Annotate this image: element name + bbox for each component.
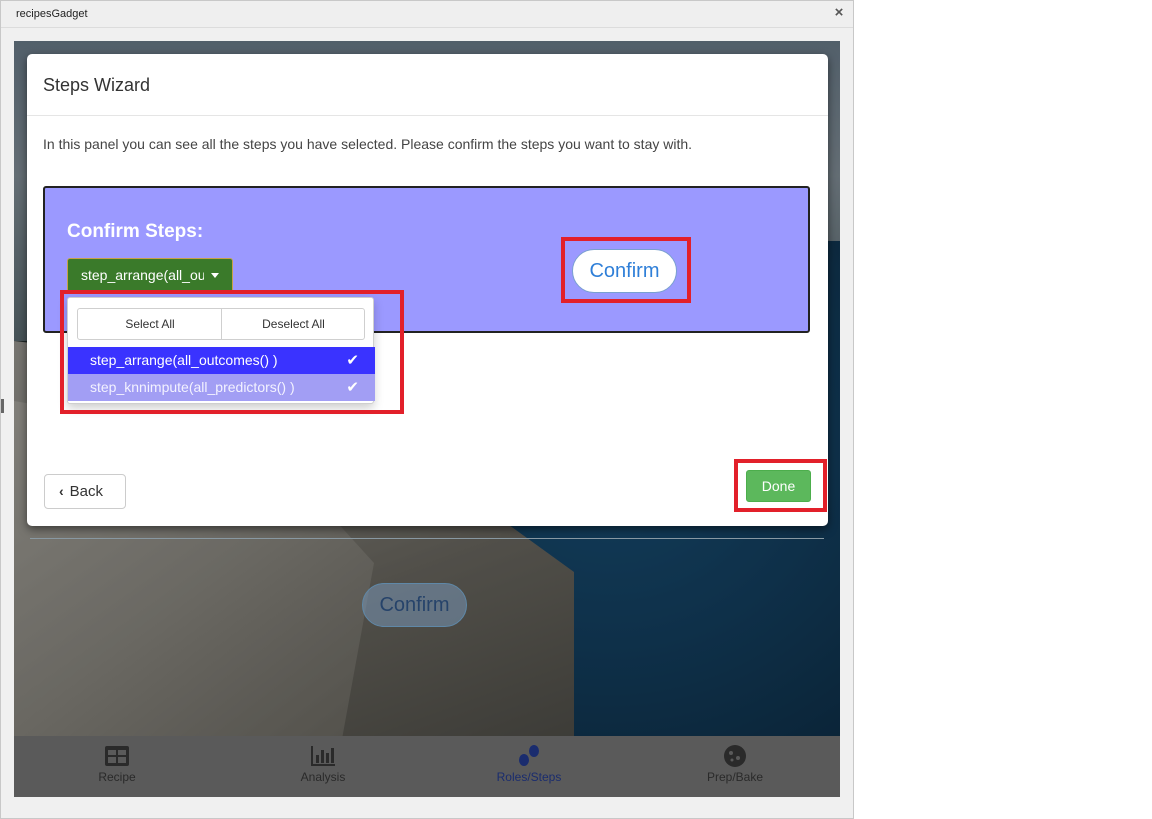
close-icon[interactable]: ×	[831, 5, 847, 21]
select-all-button[interactable]: Select All	[78, 309, 222, 339]
nav-label-analysis: Analysis	[300, 770, 346, 784]
bar-chart-icon	[311, 746, 335, 766]
done-button[interactable]: Done	[746, 470, 811, 502]
modal-title: Steps Wizard	[43, 75, 151, 95]
dropdown-selected-text: step_arrange(all_outcomes() )	[81, 267, 204, 283]
steps-wizard-modal: Steps Wizard In this panel you can see a…	[27, 54, 828, 526]
back-button[interactable]: ‹ Back	[44, 474, 126, 509]
steps-dropdown-menu: Select All Deselect All step_arrange(all…	[67, 297, 375, 404]
chevron-left-icon: ‹	[59, 483, 64, 499]
nav-label-roles-steps: Roles/Steps	[496, 770, 562, 784]
footprints-icon	[519, 745, 539, 766]
steps-dropdown-toggle[interactable]: step_arrange(all_outcomes() )	[67, 258, 233, 293]
deselect-all-button[interactable]: Deselect All	[221, 309, 365, 339]
modal-header: Steps Wizard	[27, 54, 828, 116]
option-label: step_knnimpute(all_predictors() )	[90, 379, 295, 395]
bottom-nav: Recipe Analysis Roles/Steps Prep/Bake	[14, 736, 840, 797]
check-icon: ✔	[346, 352, 359, 369]
gadget-title: recipesGadget	[16, 8, 88, 20]
check-icon: ✔	[346, 379, 359, 396]
caret-down-icon	[211, 273, 219, 278]
option-label: step_arrange(all_outcomes() )	[90, 352, 278, 368]
nav-label-prep-bake: Prep/Bake	[706, 770, 764, 784]
nav-item-analysis[interactable]: Analysis	[220, 736, 426, 797]
background-confirm-button: Confirm	[362, 583, 467, 627]
gadget-window: recipesGadget × Confirm Recipe Analysis …	[0, 0, 854, 819]
nav-item-roles-steps[interactable]: Roles/Steps	[426, 736, 632, 797]
dropdown-option[interactable]: step_knnimpute(all_predictors() ) ✔	[68, 374, 375, 401]
nav-label-recipe: Recipe	[98, 770, 136, 784]
background-divider	[30, 538, 824, 539]
nav-item-prep-bake[interactable]: Prep/Bake	[632, 736, 838, 797]
modal-intro-text: In this panel you can see all the steps …	[43, 136, 693, 152]
table-icon	[105, 746, 129, 766]
back-label: Back	[69, 483, 104, 500]
panel-heading: Confirm Steps:	[67, 221, 204, 242]
dropdown-actions: Select All Deselect All	[77, 308, 365, 340]
side-mark	[1, 399, 4, 413]
confirm-button[interactable]: Confirm	[572, 249, 677, 293]
nav-item-recipe[interactable]: Recipe	[14, 736, 220, 797]
gadget-titlebar: recipesGadget ×	[1, 1, 853, 28]
cookie-icon	[724, 745, 746, 767]
dropdown-option[interactable]: step_arrange(all_outcomes() ) ✔	[68, 347, 375, 374]
